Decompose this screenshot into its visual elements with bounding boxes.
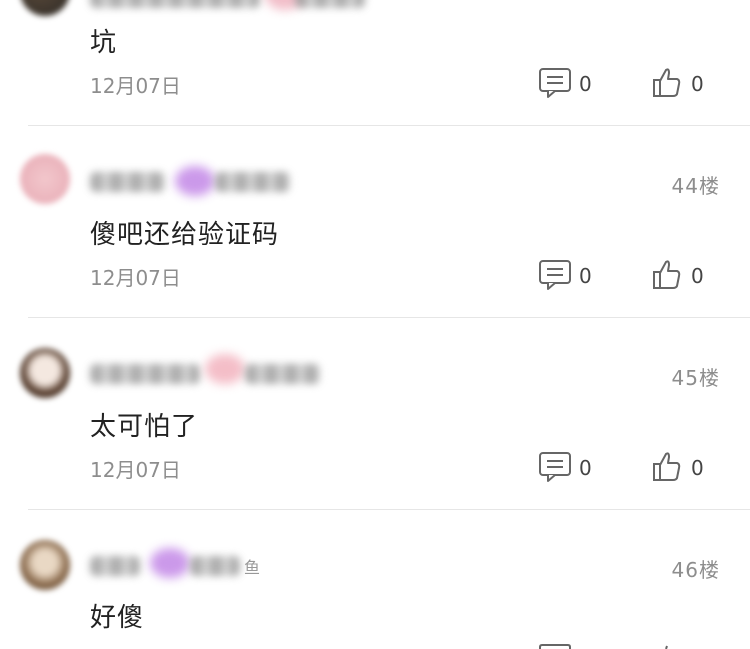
comment-date: 12月07日 [90,458,181,482]
comment-block: 44楼 傻吧还给验证码 12月07日 0 0 [0,126,750,318]
badge-label-blurred [295,0,365,8]
comment-bubble-icon[interactable] [538,451,572,483]
comment-block: 坑 12月07日 0 0 [0,0,750,126]
user-badge [205,354,245,384]
floor-label: 45楼 [671,366,720,390]
badge-label-blurred [215,172,290,192]
badge-label-blurred [245,364,320,384]
comment-block: 鱼 46楼 好傻 [0,510,750,649]
like-count: 0 [691,72,704,96]
like-count: 0 [691,264,704,288]
thumbs-up-icon[interactable] [652,450,682,482]
comment-text: 好傻 [90,603,145,633]
comment-date: 12月07日 [90,74,181,98]
comment-bubble-icon[interactable] [538,67,572,99]
reply-count: 0 [579,456,592,480]
username-blurred[interactable] [90,364,200,384]
user-badge [150,548,190,578]
user-badge [175,166,215,196]
thumbs-up-icon[interactable] [652,258,682,290]
username-blurred[interactable] [90,172,165,192]
username-blurred[interactable] [90,0,260,8]
username-blurred[interactable] [90,556,140,576]
avatar[interactable] [20,540,70,590]
comment-bubble-icon[interactable] [538,643,572,649]
comment-text: 坑 [90,28,118,58]
avatar[interactable] [20,348,70,398]
comment-date: 12月07日 [90,266,181,290]
comment-block: 45楼 太可怕了 12月07日 0 0 [0,318,750,510]
badge-label-char: 鱼 [244,558,261,577]
reply-count: 0 [579,72,592,96]
badge-label-blurred [190,556,240,576]
comment-text: 傻吧还给验证码 [90,220,280,250]
like-count: 0 [691,456,704,480]
avatar[interactable] [20,154,70,204]
reply-count: 0 [579,264,592,288]
thumbs-up-icon[interactable] [652,643,682,649]
floor-label: 46楼 [671,558,720,582]
comment-text: 太可怕了 [90,412,199,442]
comment-bubble-icon[interactable] [538,259,572,291]
thumbs-up-icon[interactable] [652,66,682,98]
floor-label: 44楼 [671,174,720,198]
avatar[interactable] [20,0,70,16]
